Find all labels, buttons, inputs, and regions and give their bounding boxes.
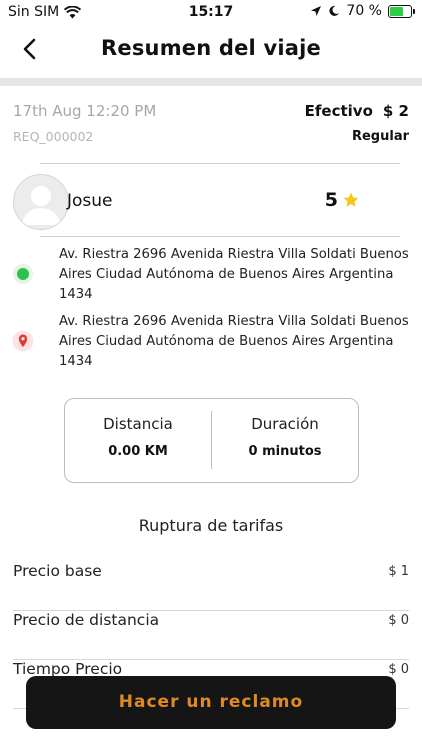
star-icon: [343, 192, 359, 207]
divider: [40, 236, 400, 237]
pickup-address: Av. Riestra 2696 Avenida Riestra Villa S…: [59, 247, 409, 302]
dropoff-address: Av. Riestra 2696 Avenida Riestra Villa S…: [59, 314, 409, 369]
battery-icon: [388, 4, 415, 18]
fare-value: $ 0: [388, 662, 409, 677]
dropoff-pin-icon: [12, 330, 34, 352]
distance-value: 0.00 KM: [108, 444, 168, 459]
pickup-dot-icon: [13, 264, 33, 284]
battery-level: [390, 6, 404, 16]
user-placeholder-icon: [22, 186, 60, 225]
driver-name: Josue: [67, 191, 113, 211]
driver-rating: 5: [325, 189, 360, 211]
trip-date: 17th Aug 12:20 PM: [13, 102, 157, 120]
status-bar: Sin SIM 15:17 70 %: [0, 0, 422, 26]
fare-value: $ 0: [388, 613, 409, 628]
duration-value: 0 minutos: [248, 444, 322, 459]
fare-value: $ 1: [388, 564, 409, 579]
trip-stats-card: Distancia 0.00 KM Duración 0 minutos: [64, 398, 359, 483]
moon-icon: [329, 5, 340, 16]
avatar: [13, 174, 69, 230]
rating-value: 5: [324, 189, 338, 211]
header-divider: [0, 78, 422, 86]
make-claim-button[interactable]: Hacer un reclamo: [26, 676, 396, 729]
payment-info: Efectivo $ 2: [305, 102, 409, 120]
page-title: Resumen del viaje: [101, 36, 321, 60]
nav-bar: Resumen del viaje: [0, 26, 422, 78]
payment-amount: $ 2: [382, 102, 409, 120]
fare-row: Precio base $ 1: [13, 562, 409, 611]
location-arrow-icon: [311, 6, 322, 16]
duration-stat: Duración 0 minutos: [212, 415, 358, 459]
fare-row: Precio de distancia $ 0: [13, 611, 409, 660]
fare-label: Precio de distancia: [13, 611, 160, 629]
status-right: 70 %: [310, 3, 415, 19]
duration-label: Duración: [251, 415, 319, 433]
service-type: Regular: [351, 129, 409, 144]
fare-breakdown-title: Ruptura de tarifas: [138, 516, 284, 535]
distance-stat: Distancia 0.00 KM: [65, 415, 211, 459]
distance-label: Distancia: [103, 415, 173, 433]
divider: [40, 163, 400, 164]
request-id: REQ_000002: [13, 129, 94, 144]
payment-method: Efectivo: [304, 102, 373, 120]
fare-label: Precio base: [13, 562, 102, 580]
battery-percent: 70 %: [346, 3, 382, 19]
